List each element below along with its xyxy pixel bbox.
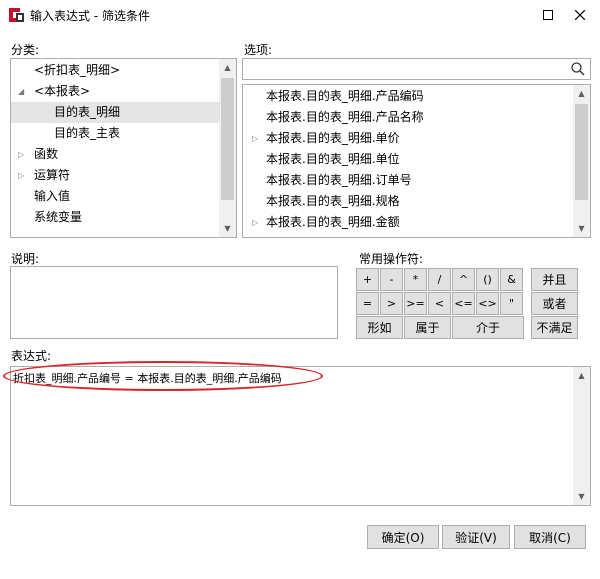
operator-button[interactable]: < [428, 292, 451, 315]
category-tree-item-label: 系统变量 [34, 210, 83, 224]
operator-button[interactable]: > [380, 292, 403, 315]
category-scrollbar[interactable]: ▲ ▼ [219, 59, 236, 237]
operator-in-button[interactable]: 属于 [404, 316, 451, 339]
verify-button[interactable]: 验证(V) [442, 525, 510, 549]
options-scrollbar[interactable]: ▲ ▼ [573, 85, 590, 237]
window-title: 输入表达式 - 筛选条件 [30, 9, 150, 23]
close-icon [575, 10, 585, 20]
options-list-item[interactable]: 本报表.目的表_明细.规格 [243, 191, 573, 212]
options-list-item-label: 本报表.目的表_明细.单位 [266, 152, 400, 166]
options-list-item-label: 本报表.目的表_明细.规格 [266, 194, 400, 208]
category-tree-item-label: 运算符 [34, 168, 71, 182]
operator-button[interactable]: <= [452, 292, 475, 315]
ok-button[interactable]: 确定(O) [367, 525, 439, 549]
highlight-ellipse [3, 361, 323, 391]
expression-scrollbar[interactable]: ▲ ▼ [573, 367, 590, 505]
scroll-down-arrow-icon[interactable]: ▼ [573, 220, 590, 237]
category-tree-item-label: 函数 [34, 147, 59, 161]
operators-label: 常用操作符: [359, 252, 424, 266]
category-tree-item[interactable]: ◢ <本报表> [11, 81, 220, 102]
description-box [10, 266, 338, 339]
scroll-up-arrow-icon[interactable]: ▲ [573, 367, 590, 384]
operator-between-button[interactable]: 介于 [452, 316, 524, 339]
maximize-button[interactable] [534, 2, 562, 28]
operator-like-button[interactable]: 形如 [356, 316, 403, 339]
cancel-button[interactable]: 取消(C) [514, 525, 586, 549]
options-list-item[interactable]: 本报表.目的表_明细.产品名称 [243, 107, 573, 128]
operator-button[interactable]: + [356, 268, 379, 291]
options-list-item[interactable]: 本报表.目的表_明细.产品编码 [243, 86, 573, 107]
search-icon[interactable] [571, 62, 585, 76]
operator-button[interactable]: - [380, 268, 403, 291]
operator-and-button[interactable]: 并且 [531, 268, 578, 291]
tree-collapsed-arrow-icon[interactable]: ▷ [18, 165, 24, 186]
tree-collapsed-arrow-icon[interactable]: ▷ [252, 212, 258, 233]
scroll-down-arrow-icon[interactable]: ▼ [219, 220, 236, 237]
options-list-item-label: 本报表.目的表_明细.金额 [266, 215, 400, 229]
operator-button[interactable]: >= [404, 292, 427, 315]
options-list-item-label: 本报表.目的表_明细.单价 [266, 131, 400, 145]
options-list-item[interactable]: 本报表.目的表_明细.订单号 [243, 170, 573, 191]
operator-button[interactable]: * [404, 268, 427, 291]
operator-button[interactable]: / [428, 268, 451, 291]
category-tree-item-label: 输入值 [34, 189, 71, 203]
category-tree-item[interactable]: ▷ 函数 [11, 144, 220, 165]
category-tree-item-label: <本报表> [34, 84, 91, 98]
tree-collapsed-arrow-icon[interactable]: ▷ [18, 144, 24, 165]
category-tree[interactable]: ▲ ▼ <折扣表_明细> ◢ <本报表> 目的表_明细 目的表_主表 ▷ 函数 ▷ 运算符输入值… [10, 58, 237, 238]
operator-button[interactable]: " [500, 292, 523, 315]
options-label: 选项: [244, 43, 273, 57]
maximize-icon [543, 10, 553, 20]
app-logo-icon [9, 8, 24, 22]
description-label: 说明: [11, 252, 40, 266]
scroll-up-arrow-icon[interactable]: ▲ [219, 59, 236, 76]
scroll-thumb[interactable] [221, 78, 234, 200]
options-list[interactable]: ▲ ▼ 本报表.目的表_明细.产品编码 本报表.目的表_明细.产品名称 ▷ 本报表.目… [242, 84, 591, 238]
tree-collapsed-arrow-icon[interactable]: ▷ [252, 128, 258, 149]
options-list-item[interactable]: 本报表.目的表_明细.单位 [243, 149, 573, 170]
expression-label: 表达式: [11, 349, 52, 363]
category-label: 分类: [11, 43, 40, 57]
category-tree-item-label: <折扣表_明细> [34, 63, 121, 77]
operator-button[interactable]: = [356, 292, 379, 315]
category-tree-item[interactable]: <折扣表_明细> [11, 60, 220, 81]
category-tree-item[interactable]: 目的表_明细 [11, 102, 220, 123]
tree-expanded-arrow-icon[interactable]: ◢ [18, 81, 24, 102]
category-tree-item-label: 目的表_明细 [54, 105, 121, 119]
operator-button[interactable]: () [476, 268, 499, 291]
options-list-item-label: 本报表.目的表_明细.订单号 [266, 173, 412, 187]
scroll-thumb[interactable] [575, 104, 588, 200]
scroll-down-arrow-icon[interactable]: ▼ [573, 488, 590, 505]
operator-button[interactable]: ^ [452, 268, 475, 291]
operator-button[interactable]: & [500, 268, 523, 291]
options-search-input[interactable] [242, 58, 591, 80]
category-tree-item-label: 目的表_主表 [54, 126, 121, 140]
options-list-item[interactable]: ▷ 本报表.目的表_明细.单价 [243, 128, 573, 149]
operator-button[interactable]: <> [476, 292, 499, 315]
title-bar: 输入表达式 - 筛选条件 [0, 0, 600, 30]
category-tree-item[interactable]: 目的表_主表 [11, 123, 220, 144]
scroll-up-arrow-icon[interactable]: ▲ [573, 85, 590, 102]
options-list-item-label: 本报表.目的表_明细.产品编码 [266, 89, 424, 103]
category-tree-item[interactable]: 输入值 [11, 186, 220, 207]
options-list-item-label: 本报表.目的表_明细.产品名称 [266, 110, 424, 124]
category-tree-item[interactable]: 系统变量 [11, 207, 220, 228]
category-tree-item[interactable]: ▷ 运算符 [11, 165, 220, 186]
operator-or-button[interactable]: 或者 [531, 292, 578, 315]
close-button[interactable] [566, 2, 594, 28]
operator-not-button[interactable]: 不满足 [531, 316, 578, 339]
options-list-item[interactable]: ▷ 本报表.目的表_明细.金额 [243, 212, 573, 233]
